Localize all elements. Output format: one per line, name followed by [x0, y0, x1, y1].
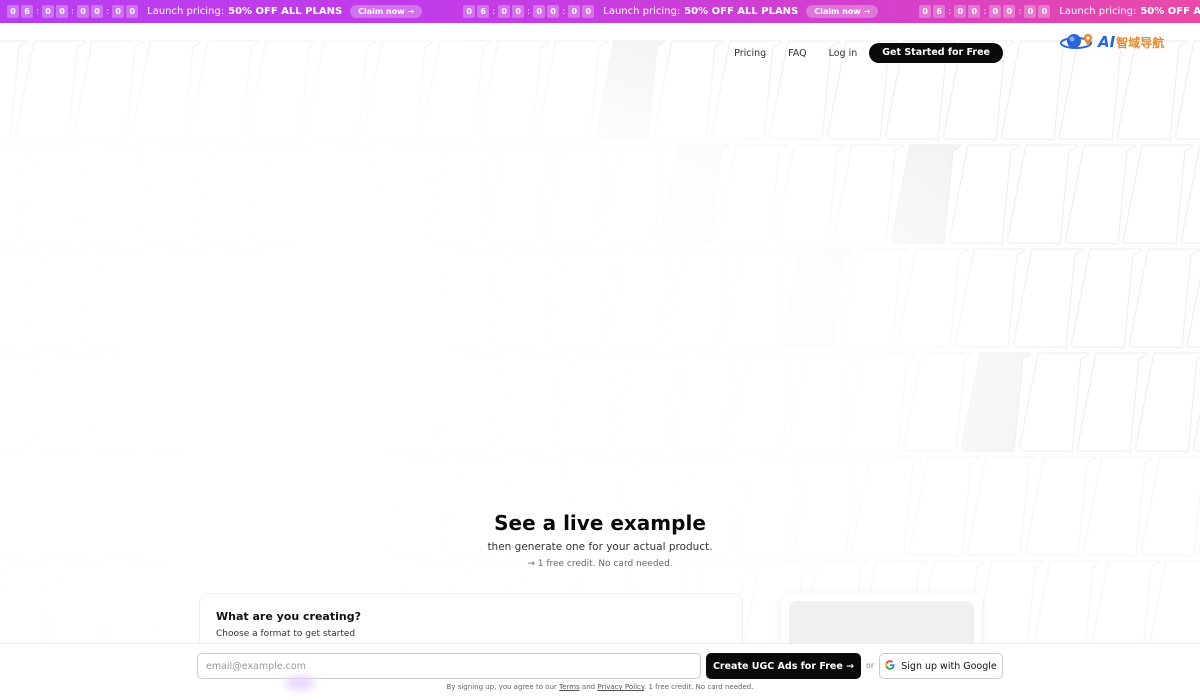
countdown-digit: 0: [126, 5, 139, 18]
countdown-digit: 6: [477, 5, 490, 18]
countdown-digit: 0: [919, 5, 932, 18]
countdown-digit: 0: [547, 5, 560, 18]
format-card-subtitle: Choose a format to get started: [216, 629, 356, 639]
countdown-digit: 0: [77, 5, 90, 18]
countdown-digit: 0: [463, 5, 476, 18]
nav-login-link[interactable]: Log in: [829, 48, 858, 59]
legal-suffix: . 1 free credit. No card needed.: [644, 683, 754, 691]
countdown-digit: 0: [989, 5, 1002, 18]
live-example-title: See a live example: [494, 511, 706, 535]
countdown-digit: 6: [933, 5, 946, 18]
countdown-digit: 0: [91, 5, 104, 18]
countdown-digit: 0: [968, 5, 981, 18]
promo-banner: 0 6:0 0:0 0:0 0 Launch pricing: 50% OFF ALL PL…: [0, 0, 1200, 23]
promo-discount: 50% OFF ALL PLANS: [1140, 6, 1200, 17]
get-started-button[interactable]: Get Started for Free: [869, 43, 1003, 63]
legal-and: and: [581, 683, 596, 691]
promo-label: Launch pricing:: [603, 6, 681, 17]
legal-prefix: By signing up, you agree to our: [446, 683, 557, 691]
site-logo: AI 智域导航: [1060, 31, 1164, 53]
countdown-colon: :: [527, 6, 531, 17]
countdown-colon: :: [562, 6, 566, 17]
countdown-colon: :: [948, 6, 952, 17]
logo-cn-text: 智域导航: [1116, 35, 1165, 50]
promo-item: 06:00:00:00Launch pricing:50% OFF ALL PL…: [919, 0, 1200, 23]
signup-bar: Create UGC Ads for Free → or Sign up wit…: [0, 643, 1200, 700]
terms-link[interactable]: Terms: [559, 683, 580, 691]
promo-label: Launch pricing:: [147, 6, 225, 17]
google-signup-button[interactable]: Sign up with Google: [879, 653, 1003, 679]
countdown-colon: :: [106, 6, 110, 17]
countdown-colon: :: [36, 6, 40, 17]
promo-label: Launch pricing:: [1059, 6, 1137, 17]
countdown-digit: 0: [1024, 5, 1037, 18]
decorative-blob: [285, 676, 315, 690]
countdown-digit: 0: [42, 5, 55, 18]
claim-now-button[interactable]: Claim now →: [350, 5, 423, 18]
countdown-colon: :: [492, 6, 496, 17]
email-field[interactable]: [197, 653, 701, 679]
countdown-digit: 0: [954, 5, 967, 18]
countdown-digit: 0: [112, 5, 125, 18]
top-nav: Pricing FAQ Log in Get Started for Free: [712, 43, 1003, 63]
countdown-colon: :: [983, 6, 987, 17]
promo-item: 06:00:00:00Launch pricing:50% OFF ALL PL…: [7, 0, 423, 23]
countdown-digit: 0: [582, 5, 595, 18]
countdown-digit: 0: [512, 5, 525, 18]
logo-ai-text: AI: [1098, 33, 1116, 51]
claim-now-button[interactable]: Claim now →: [806, 5, 879, 18]
countdown-digit: 6: [21, 5, 33, 18]
countdown-colon: :: [1018, 6, 1022, 17]
countdown-digit: 0: [568, 5, 581, 18]
promo-discount: 50% OFF ALL PLANS: [684, 6, 799, 17]
create-ugc-ads-button[interactable]: Create UGC Ads for Free →: [706, 653, 861, 679]
google-icon: [885, 659, 895, 673]
privacy-link[interactable]: Privacy Policy: [597, 683, 644, 691]
countdown-digit: 0: [1003, 5, 1016, 18]
format-card-title: What are you creating?: [216, 610, 361, 623]
countdown-colon: :: [71, 6, 75, 17]
nav-pricing-link[interactable]: Pricing: [734, 48, 766, 59]
promo-track: 0 6:0 0:0 0:0 0 Launch pricing: 50% OFF ALL PL…: [7, 0, 1200, 23]
countdown-digit: 0: [56, 5, 69, 18]
countdown-digit: 0: [498, 5, 511, 18]
globe-logo-icon: [1060, 34, 1092, 49]
or-separator: or: [866, 661, 875, 670]
nav-faq-link[interactable]: FAQ: [788, 48, 806, 59]
countdown-digit: 0: [7, 5, 19, 18]
legal-text: By signing up, you agree to our Terms an…: [0, 683, 1200, 691]
free-credit-note: → 1 free credit. No card needed.: [527, 559, 673, 569]
promo-item: 06:00:00:00Launch pricing:50% OFF ALL PL…: [463, 0, 879, 23]
promo-discount: 50% OFF ALL PLANS: [228, 6, 343, 17]
countdown-digit: 0: [533, 5, 546, 18]
countdown-digit: 0: [1038, 5, 1051, 18]
live-example-subtitle: then generate one for your actual produc…: [487, 541, 713, 553]
google-button-label: Sign up with Google: [901, 660, 997, 672]
